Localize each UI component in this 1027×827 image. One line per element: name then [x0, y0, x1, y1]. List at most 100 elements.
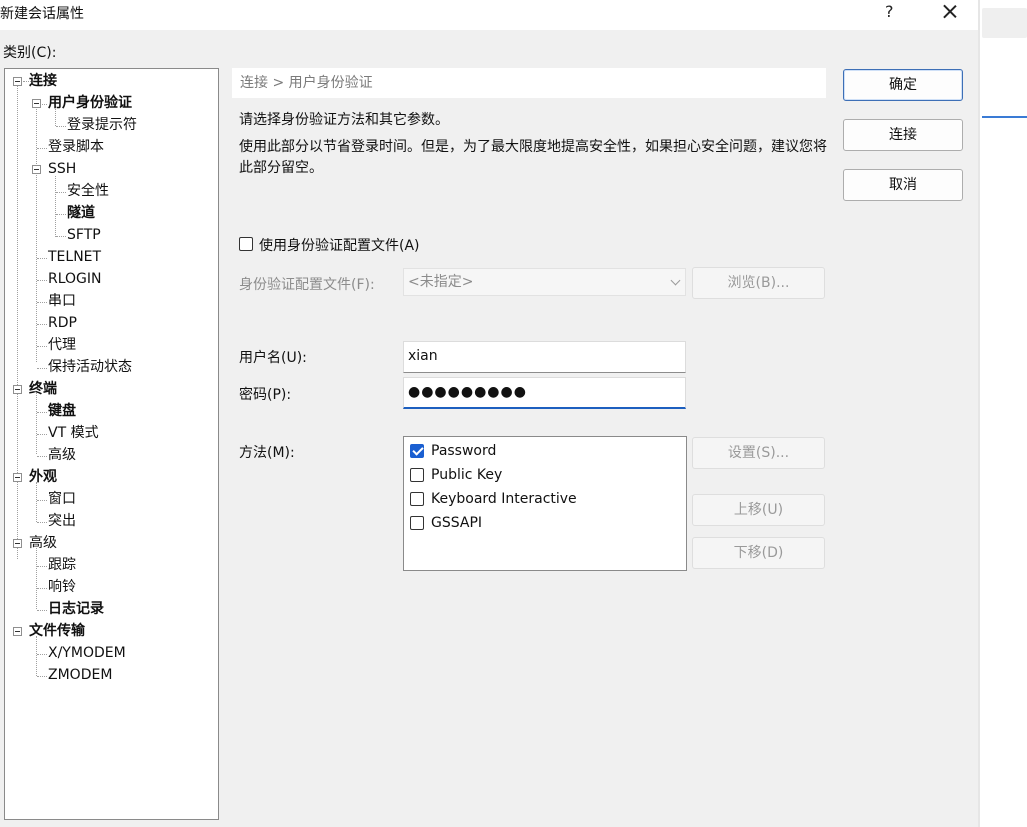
tree-item-connection[interactable]: 连接 [29, 70, 57, 92]
browse-button[interactable]: 浏览(B)... [692, 267, 825, 299]
tree-item-zmodem[interactable]: ZMODEM [48, 664, 112, 686]
method-password-label: Password [431, 443, 497, 459]
method-gssapi-label: GSSAPI [431, 515, 483, 531]
username-field[interactable]: xian [403, 341, 686, 373]
method-label: 方法(M): [239, 445, 295, 461]
cancel-button[interactable]: 取消 [843, 169, 963, 201]
use-profile-checkbox[interactable] [239, 237, 253, 251]
move-up-button[interactable]: 上移(U) [692, 494, 825, 526]
tree-line [37, 258, 47, 259]
tree-item-advanced[interactable]: 高级 [48, 444, 76, 466]
tree-line [37, 434, 47, 435]
move-down-button[interactable]: 下移(D) [692, 537, 825, 569]
background-window-bar [982, 8, 1027, 38]
background-window [978, 0, 1027, 827]
method-keyboard-interactive-label: Keyboard Interactive [431, 491, 577, 507]
username-label: 用户名(U): [239, 350, 307, 366]
category-label: 类别(C): [3, 45, 57, 61]
breadcrumb: 连接 > 用户身份验证 [232, 68, 826, 98]
background-window-accent-line [982, 116, 1027, 118]
tree-item-rlogin[interactable]: RLOGIN [48, 268, 102, 290]
tree-line [37, 148, 47, 149]
tree-line [37, 280, 47, 281]
ok-button[interactable]: 确定 [843, 69, 963, 101]
settings-button[interactable]: 设置(S)... [692, 437, 825, 469]
tree-line [37, 456, 47, 457]
tree-item-terminal[interactable]: 终端 [29, 378, 57, 400]
connect-button[interactable]: 连接 [843, 119, 963, 151]
dialog-title: 新建会话属性 [0, 6, 84, 22]
tree-item-logging[interactable]: 日志记录 [48, 598, 104, 620]
tree-item-trace[interactable]: 跟踪 [48, 554, 76, 576]
tree-item-telnet[interactable]: TELNET [48, 246, 101, 268]
tree-line [37, 588, 47, 589]
tree-line [36, 548, 37, 609]
tree-line [55, 176, 56, 237]
collapse-toggle-icon[interactable] [32, 165, 41, 174]
tree-item-file-transfer[interactable]: 文件传输 [29, 620, 85, 642]
tree-line [17, 86, 18, 559]
session-properties-dialog: 新建会话属性 ? 类别(C): 连接 用户身份验证 登录提示符 登录脚本 SSH… [0, 0, 978, 827]
tree-line [37, 324, 47, 325]
title-bar: 新建会话属性 ? [0, 0, 978, 30]
tree-line [37, 346, 47, 347]
tree-item-highlight[interactable]: 突出 [48, 510, 76, 532]
collapse-toggle-icon[interactable] [13, 627, 22, 636]
tree-line [36, 393, 37, 454]
method-gssapi-checkbox[interactable] [410, 516, 424, 530]
collapse-toggle-icon[interactable] [13, 473, 22, 482]
method-password-checkbox[interactable] [410, 444, 424, 458]
method-list[interactable]: Password Public Key Keyboard Interactive… [403, 436, 687, 571]
close-icon[interactable] [938, 0, 962, 24]
tree-item-ssh[interactable]: SSH [48, 158, 76, 180]
tree-item-bell[interactable]: 响铃 [48, 576, 76, 598]
tree-item-keepalive[interactable]: 保持活动状态 [48, 356, 132, 378]
tree-item-login-script[interactable]: 登录脚本 [48, 136, 104, 158]
tree-line [56, 192, 66, 193]
collapse-toggle-icon[interactable] [13, 77, 22, 86]
tree-line [37, 676, 47, 677]
tree-item-window[interactable]: 窗口 [48, 488, 76, 510]
tree-item-security[interactable]: 安全性 [67, 180, 109, 202]
method-public-key-checkbox[interactable] [410, 468, 424, 482]
password-label: 密码(P): [239, 387, 292, 403]
tree-line [56, 126, 66, 127]
collapse-toggle-icon[interactable] [13, 385, 22, 394]
tree-line [36, 482, 37, 522]
tree-item-advanced-root[interactable]: 高级 [29, 532, 57, 554]
help-button[interactable]: ? [885, 2, 894, 21]
tree-line [56, 214, 66, 215]
tree-line [37, 368, 47, 369]
tree-line [37, 566, 47, 567]
dialog-shadow-edge [978, 0, 980, 827]
tree-item-tunnel[interactable]: 隧道 [67, 202, 95, 224]
method-public-key-label: Public Key [431, 467, 503, 483]
tree-item-serial[interactable]: 串口 [48, 290, 76, 312]
description-primary: 请选择身份验证方法和其它参数。 [239, 112, 449, 128]
description-secondary: 使用此部分以节省登录时间。但是，为了最大限度地提高安全性，如果担心安全问题，建议… [239, 139, 827, 176]
profile-label: 身份验证配置文件(F): [239, 277, 375, 293]
tree-line [37, 412, 47, 413]
tree-item-keyboard[interactable]: 键盘 [48, 400, 76, 422]
profile-select-value: <未指定> [408, 274, 474, 290]
profile-select[interactable]: <未指定> [403, 268, 686, 296]
tree-item-login-prompt[interactable]: 登录提示符 [67, 114, 137, 136]
tree-line [36, 636, 37, 676]
tree-item-rdp[interactable]: RDP [48, 312, 77, 334]
chevron-down-icon [670, 275, 681, 286]
collapse-toggle-icon[interactable] [13, 539, 22, 548]
tree-item-auth[interactable]: 用户身份验证 [48, 92, 132, 114]
tree-item-vt-mode[interactable]: VT 模式 [48, 422, 99, 444]
tree-line [56, 236, 66, 237]
category-tree[interactable]: 连接 用户身份验证 登录提示符 登录脚本 SSH 安全性 隧道 SFTP TEL… [4, 68, 219, 820]
tree-line [37, 522, 47, 523]
tree-item-sftp[interactable]: SFTP [67, 224, 101, 246]
collapse-toggle-icon[interactable] [32, 99, 41, 108]
tree-item-appearance[interactable]: 外观 [29, 466, 57, 488]
tree-item-xymodem[interactable]: X/YMODEM [48, 642, 126, 664]
password-field[interactable]: ●●●●●●●●● [403, 377, 686, 409]
use-profile-label[interactable]: 使用身份验证配置文件(A) [259, 235, 420, 255]
tree-line [37, 302, 47, 303]
method-keyboard-interactive-checkbox[interactable] [410, 492, 424, 506]
tree-item-proxy[interactable]: 代理 [48, 334, 76, 356]
